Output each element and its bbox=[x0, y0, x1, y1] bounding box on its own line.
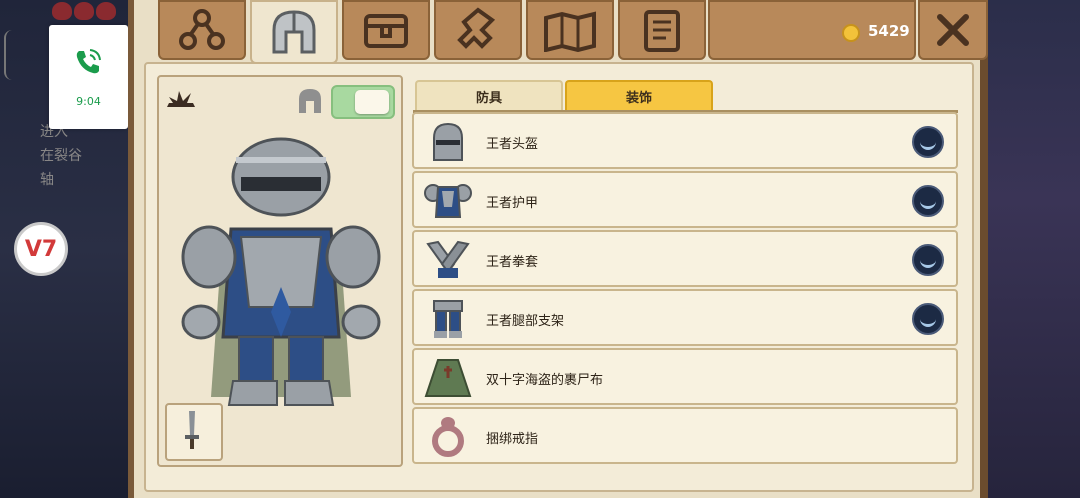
scroll-icon bbox=[644, 10, 680, 52]
screen-edge bbox=[4, 30, 12, 80]
item-name: 王者腿部支架 bbox=[486, 314, 565, 329]
bag-icon bbox=[364, 14, 408, 48]
subtab-armor[interactable]: 防具 bbox=[415, 80, 563, 110]
gauntlets-icon bbox=[426, 240, 470, 278]
close-icon bbox=[937, 14, 969, 46]
sword-icon bbox=[185, 411, 199, 449]
call-duration: 9:04 bbox=[76, 95, 101, 108]
skill-tree-icon bbox=[179, 9, 225, 50]
equipped-status-icon[interactable] bbox=[912, 244, 944, 276]
helmet-visibility-icon bbox=[299, 89, 321, 113]
helmet-item-icon bbox=[433, 122, 463, 161]
tab-quests[interactable] bbox=[618, 0, 706, 60]
map-icon bbox=[544, 11, 596, 52]
list-item[interactable]: 王者护甲 bbox=[412, 171, 958, 228]
app-logo-icon: V7 bbox=[24, 236, 58, 262]
top-tab-bar: 5429 bbox=[128, 0, 988, 64]
gold-coin-icon bbox=[842, 24, 860, 42]
equipped-status-icon[interactable] bbox=[912, 185, 944, 217]
tab-map[interactable] bbox=[526, 0, 614, 60]
equipment-subtabs: 防具 装饰 bbox=[413, 80, 958, 113]
cape-icon bbox=[424, 359, 472, 397]
knight-character-model bbox=[181, 137, 381, 406]
leg-armor-icon bbox=[433, 300, 463, 338]
toggle-knob bbox=[355, 90, 389, 114]
game-background-right bbox=[980, 0, 1080, 498]
tab-armor[interactable] bbox=[250, 0, 338, 64]
floating-app-badge[interactable]: V7 bbox=[14, 222, 68, 276]
list-item[interactable]: 捆绑戒指 bbox=[412, 407, 958, 464]
jester-hat-icon bbox=[167, 91, 195, 107]
background-quest-text: 进入 在裂谷 轴 bbox=[40, 124, 82, 188]
health-hearts bbox=[52, 2, 122, 24]
weapon-slot-thumbnail[interactable] bbox=[165, 403, 223, 461]
close-button[interactable] bbox=[918, 0, 988, 60]
tab-crafting[interactable] bbox=[434, 0, 522, 60]
helmet-icon bbox=[272, 10, 316, 54]
item-name: 双十字海盗的裹尸布 bbox=[486, 373, 604, 388]
list-item[interactable]: 王者拳套 bbox=[412, 230, 958, 287]
currency-display: 5429 bbox=[708, 0, 916, 60]
list-item[interactable]: 双十字海盗的裹尸布 bbox=[412, 348, 958, 405]
subtab-cosmetics[interactable]: 装饰 bbox=[565, 80, 713, 110]
item-name: 王者护甲 bbox=[486, 196, 539, 211]
ring-icon bbox=[432, 417, 464, 457]
crafting-icon bbox=[457, 7, 496, 49]
list-item[interactable]: 王者头盔 bbox=[412, 112, 958, 169]
helmet-visibility-toggle[interactable] bbox=[331, 85, 395, 119]
call-overlay[interactable]: 9:04 bbox=[49, 25, 128, 129]
item-name: 王者头盔 bbox=[486, 137, 539, 152]
chest-armor-icon bbox=[424, 184, 472, 218]
equipped-status-icon[interactable] bbox=[912, 303, 944, 335]
gold-amount: 5429 bbox=[868, 22, 910, 40]
phone-call-icon bbox=[76, 49, 101, 74]
item-name: 捆绑戒指 bbox=[486, 432, 539, 447]
tab-skills[interactable] bbox=[158, 0, 246, 60]
item-name: 王者拳套 bbox=[486, 255, 539, 270]
list-item[interactable]: 王者腿部支架 bbox=[412, 289, 958, 346]
equipped-status-icon[interactable] bbox=[912, 126, 944, 158]
character-preview bbox=[157, 75, 403, 467]
tab-bag[interactable] bbox=[342, 0, 430, 60]
